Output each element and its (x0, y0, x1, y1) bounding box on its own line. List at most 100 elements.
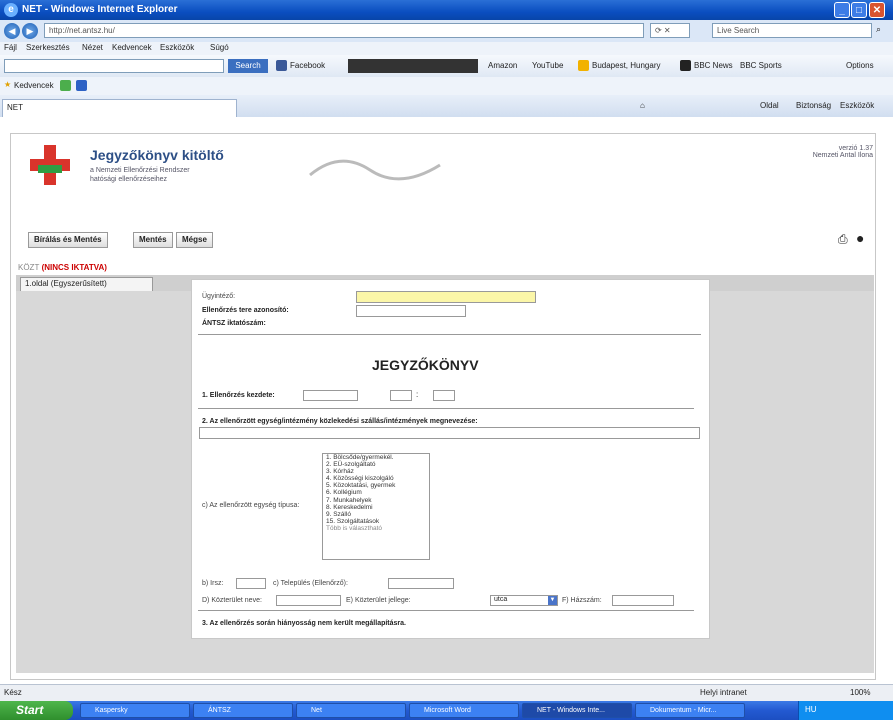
facebook-icon (276, 60, 287, 71)
window-title-bar: e NET - Windows Internet Explorer _ □ ✕ (0, 0, 893, 20)
menu-help[interactable]: Súgó (210, 43, 229, 52)
language-indicator[interactable]: HU (805, 705, 817, 714)
clerk-select[interactable] (356, 291, 536, 303)
refresh-stop-controls[interactable]: ⟳ ✕ (650, 23, 690, 38)
list-item[interactable]: 15. Szolgáltatások (323, 518, 429, 525)
print-icon[interactable]: ⎙ (838, 232, 848, 247)
list-item[interactable]: 7. Munkahelyek (323, 497, 429, 504)
taskbar-item[interactable]: NET - Windows Inte... (522, 703, 632, 718)
toolbar-facebook[interactable]: Facebook (290, 61, 325, 70)
cmd-security[interactable]: Biztonság (796, 101, 831, 110)
cmd-page[interactable]: Oldal (760, 101, 779, 110)
menu-favorites[interactable]: Kedvencek (112, 43, 152, 52)
toolbar-search-field[interactable] (4, 59, 224, 73)
list-item[interactable]: 3. Kórház (323, 468, 429, 475)
taskbar-item[interactable]: ÁNTSZ (193, 703, 293, 718)
section1-label: 1. Ellenőrzés kezdete: (202, 392, 275, 399)
divider (198, 334, 701, 335)
toolbar-options[interactable]: Options (846, 61, 874, 70)
address-input[interactable]: http://net.antsz.hu/ (44, 23, 644, 38)
section2-label: 2. Az ellenőrzött egység/intézmény közle… (202, 418, 478, 425)
minimize-button[interactable]: _ (834, 2, 850, 18)
browser-tab-row: NET ⌂ Oldal Biztonság Eszközök (0, 95, 893, 118)
house-number-input[interactable] (612, 595, 674, 606)
menu-bar: Fájl Szerkesztés Nézet Kedvencek Eszközö… (0, 42, 893, 55)
toolbar-amazon[interactable]: Amazon (488, 61, 517, 70)
app-subtitle-2: hatósági ellenőrzéseihez (90, 176, 168, 183)
form-heading: JEGYZŐKÖNYV (372, 357, 479, 373)
zone-label: Helyi intranet (700, 688, 747, 697)
unit-type-listbox[interactable]: 1. Bölcsőde/gyermekél. 2. EÜ-szolgáltató… (322, 453, 430, 560)
inspection-id-input[interactable] (356, 305, 466, 317)
street-type-label: E) Közterület jellege: (346, 597, 411, 604)
town-input[interactable] (388, 578, 454, 589)
toolbar-youtube[interactable]: YouTube (532, 61, 563, 70)
menu-tools[interactable]: Eszközök (160, 43, 194, 52)
menu-edit[interactable]: Szerkesztés (26, 43, 70, 52)
unit-name-input[interactable] (199, 427, 700, 439)
toolbar-bbc-sports[interactable]: BBC Sports (740, 61, 782, 70)
save-and-review-button[interactable]: Bírálás és Mentés (28, 232, 108, 248)
cmd-tools[interactable]: Eszközök (840, 101, 874, 110)
menu-file[interactable]: Fájl (4, 43, 17, 52)
favorites-bar: ★ Kedvencek (0, 77, 893, 95)
start-minute-input[interactable] (433, 390, 455, 401)
add-favorite-icon[interactable] (60, 80, 71, 91)
close-button[interactable]: ✕ (869, 2, 885, 18)
field1-label: Ügyintéző: (202, 293, 236, 300)
taskbar-item[interactable]: Kaspersky (80, 703, 190, 718)
field3-label: ÁNTSZ iktatószám: (202, 320, 266, 327)
toolbar-weather[interactable]: Budapest, Hungary (592, 61, 661, 70)
browser-tab[interactable]: NET (2, 99, 237, 117)
back-button[interactable]: ◀ (4, 23, 20, 39)
search-input[interactable]: Live Search (712, 23, 872, 38)
zoom-label[interactable]: 100% (850, 688, 870, 697)
town-label: c) Település (Ellenőrző): (273, 580, 348, 587)
status-text: Kész (4, 688, 22, 697)
app-subtitle-1: a Nemzeti Ellenőrzési Rendszer (90, 167, 190, 174)
divider (198, 408, 694, 409)
bbc-icon (680, 60, 691, 71)
street-input[interactable] (276, 595, 341, 606)
toolbar-row: Search Facebook Amazon YouTube Budapest,… (0, 55, 893, 78)
taskbar-item[interactable]: Microsoft Word (409, 703, 519, 718)
street-type-select[interactable]: utca ▼ (490, 595, 558, 606)
save-button[interactable]: Mentés (133, 232, 173, 248)
list-item[interactable]: 6. Kollégium (323, 489, 429, 496)
home-icon[interactable]: ⌂ (640, 101, 645, 110)
cancel-button[interactable]: Mégse (176, 232, 213, 248)
toolbar-bbc-news[interactable]: BBC News (694, 61, 733, 70)
taskbar-item[interactable]: Dokumentum - Micr... (635, 703, 745, 718)
start-date-input[interactable] (303, 390, 358, 401)
list-item[interactable]: 8. Kereskedelmi (323, 504, 429, 511)
start-button[interactable]: Start (0, 701, 73, 720)
field2-label: Ellenőrzés tere azonosító: (202, 307, 289, 314)
toolbar-search-button[interactable]: Search (228, 59, 268, 73)
maximize-button[interactable]: □ (851, 2, 867, 18)
taskbar-item[interactable]: Net (296, 703, 406, 718)
search-icon[interactable]: ⌕ (876, 24, 881, 35)
registration-warning: KÖZT (NINCS IKTATVA) (18, 263, 107, 272)
web-slice-icon[interactable] (76, 80, 87, 91)
forward-button[interactable]: ▶ (22, 23, 38, 39)
media-player-widget[interactable] (348, 59, 478, 73)
start-hour-input[interactable] (390, 390, 412, 401)
list-item[interactable]: 4. Közösségi kiszolgáló (323, 475, 429, 482)
section3-label: 3. Az ellenőrzés során hiányosság nem ke… (202, 620, 406, 627)
menu-view[interactable]: Nézet (82, 43, 103, 52)
list-note: Több is választható (326, 524, 383, 532)
eye-icon[interactable]: ● (856, 230, 864, 246)
list-item[interactable]: 9. Szálló (323, 511, 429, 518)
favorites-label[interactable]: Kedvencek (14, 81, 54, 90)
ie-logo-icon: e (4, 3, 18, 17)
chevron-down-icon[interactable]: ▼ (548, 596, 557, 605)
weather-icon (578, 60, 589, 71)
zip-input[interactable] (236, 578, 266, 589)
browser-tab-title: NET (7, 103, 23, 112)
tab-page-1[interactable]: 1.oldal (Egyszerűsített) (20, 277, 153, 291)
app-title: Jegyzőkönyv kitöltő (90, 147, 224, 163)
address-bar-row: ◀ ▶ http://net.antsz.hu/ ⟳ ✕ Live Search… (0, 20, 893, 43)
list-item[interactable]: 5. Közoktatási, gyermek (323, 482, 429, 489)
list-item[interactable]: 2. EÜ-szolgáltató (323, 461, 429, 468)
system-tray: HU (798, 701, 893, 720)
